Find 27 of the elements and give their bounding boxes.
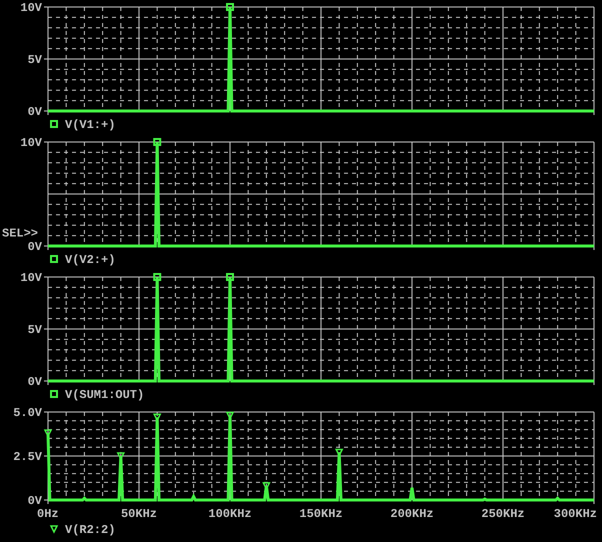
- axis-label: 5.0V: [13, 406, 42, 420]
- axis-label: 0V: [28, 494, 42, 508]
- axis-label: 200KHz: [390, 507, 434, 521]
- axis-label: 10V: [20, 1, 42, 15]
- axis-label: 2.5V: [13, 450, 42, 464]
- square-marker-icon: [50, 120, 58, 128]
- axis-label: 250KHz: [481, 507, 525, 521]
- axis-label: 10V: [20, 271, 42, 285]
- legend-label: V(R2:2): [65, 523, 116, 537]
- axis-label: 100KHz: [208, 507, 252, 521]
- axis-label: 50KHz: [121, 507, 157, 521]
- legend-label: V(V1:+): [65, 118, 116, 132]
- axis-label: 150KHz: [299, 507, 343, 521]
- axis-label: 0V: [28, 375, 42, 389]
- legend-label: V(SUM1:OUT): [65, 388, 144, 402]
- axis-label: 5V: [28, 323, 42, 337]
- square-marker-icon: [50, 255, 58, 263]
- selection-label: SEL>>: [2, 226, 38, 240]
- axis-label: 0V: [28, 105, 42, 119]
- triangle-marker-icon: [50, 525, 58, 534]
- axis-label: 0Hz: [37, 507, 59, 521]
- legend-label: V(V2:+): [65, 253, 116, 267]
- axis-label: 5V: [28, 53, 42, 67]
- axis-label: 300KHz: [554, 507, 597, 521]
- axis-label: 10V: [20, 136, 42, 150]
- axis-label: 0V: [28, 240, 42, 254]
- square-marker-icon: [50, 390, 58, 398]
